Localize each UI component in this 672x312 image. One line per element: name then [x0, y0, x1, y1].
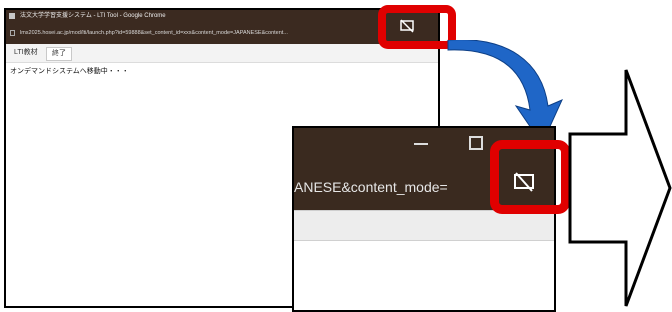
window-title: 法文大学学習支援システム - LTI Tool - Google Chrome — [20, 13, 166, 19]
maximize-icon[interactable] — [469, 136, 483, 150]
screen-share-off-icon-large[interactable] — [512, 172, 536, 192]
divider — [294, 240, 554, 241]
next-step-arrow — [568, 69, 672, 307]
tab-lti-material[interactable]: LTI教材 — [10, 47, 42, 59]
window-titlebar: 法文大学学習支援システム - LTI Tool - Google Chrome — [6, 10, 438, 22]
app-icon — [9, 13, 15, 19]
site-info-icon[interactable] — [10, 30, 15, 36]
zoomed-address-url[interactable]: ANESE&content_mode= — [294, 164, 448, 210]
minimize-icon[interactable] — [414, 143, 428, 145]
status-message: オンデマンドシステムへ移動中・・・ — [10, 68, 129, 75]
page-tabs: LTI教材 終了 — [6, 44, 438, 63]
screen-share-off-icon[interactable] — [399, 19, 415, 33]
zoomed-tab-strip — [294, 210, 554, 241]
address-bar[interactable]: lms2025.hosei.ac.jp/mod/lti/launch.php?i… — [6, 22, 438, 44]
tab-end[interactable]: 終了 — [46, 47, 72, 61]
address-url[interactable]: lms2025.hosei.ac.jp/mod/lti/launch.php?i… — [20, 30, 288, 36]
